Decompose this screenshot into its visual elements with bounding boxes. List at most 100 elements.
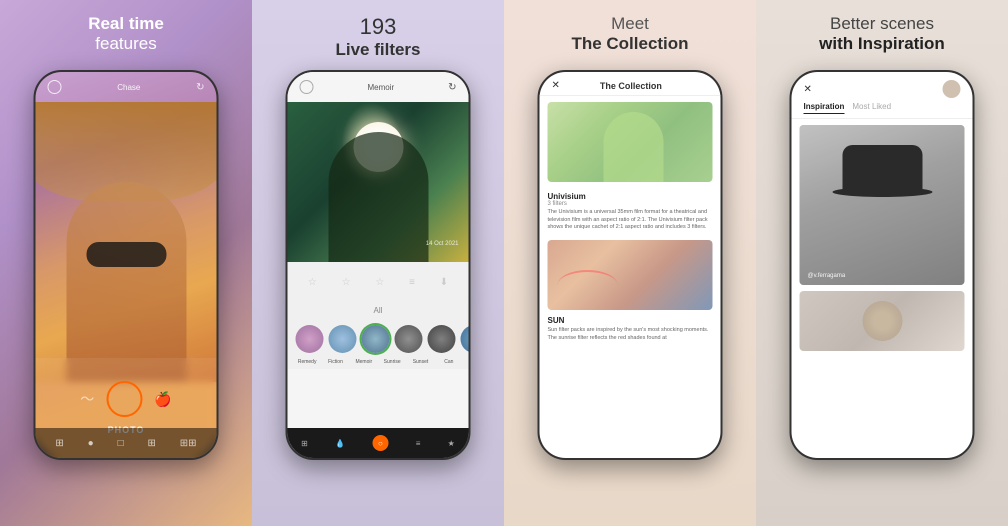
panel-realtime: Real time features Chase ↻ 〜 🍎 [0, 0, 252, 526]
collection-image-1 [548, 102, 713, 182]
filter-name-remedy: Remedy [296, 359, 319, 365]
collection-item1-text: Univisium 3 filters The Univisium is a u… [540, 188, 721, 236]
phone2-photo: 14 Oct 2021 [288, 102, 469, 262]
with-label: with [819, 34, 853, 53]
filter-bubbles-row [288, 319, 469, 359]
insp-label: Inspiration [858, 34, 945, 53]
panel-1-title-line2: features [0, 34, 252, 54]
filter-name-fiction: Fiction [324, 359, 347, 365]
collection-label: The Collection [504, 34, 756, 54]
shutter2-icon[interactable]: ○ [372, 435, 388, 451]
person-silhouette [66, 182, 186, 382]
filters-all-label: All [288, 302, 469, 319]
phone4-topbar: ✕ [792, 72, 973, 102]
layers-icon: ≡ [409, 277, 415, 288]
panel-livefilters: 193 Live filters Memoir ↻ 14 Oct 2021 ☆ … [252, 0, 504, 526]
filter-name-memoir: Memoir [352, 359, 375, 365]
bridge-icon [558, 270, 618, 300]
download-icon: ⬇ [440, 277, 448, 288]
refresh-2-icon: ↻ [448, 82, 456, 93]
phone1-bottom-toolbar: ⊞ ● □ ⊞ ⊞⊞ [36, 428, 217, 458]
wave-icon: 〜 [80, 389, 94, 409]
filter-name-sunrise: Sunrise [380, 359, 403, 365]
refresh-icon: ↻ [196, 82, 204, 93]
meet-label: Meet [504, 14, 756, 34]
phone-mockup-1: Chase ↻ 〜 🍎 PHOTO ⊞ ● □ [34, 70, 219, 460]
item1-name: Univisium [548, 192, 713, 201]
phone4-tabs: Inspiration Most Liked [792, 102, 973, 119]
phone2-label: Memoir [367, 83, 394, 92]
item1-desc: The Univisium is a universal 35mm film f… [548, 209, 713, 232]
star4-icon: ★ [448, 439, 455, 448]
star2-icon: ☆ [342, 277, 351, 288]
phone2-stars-row: ☆ ☆ ☆ ≡ ⬇ [288, 262, 469, 302]
phone-mockup-2: Memoir ↻ 14 Oct 2021 ☆ ☆ ☆ ≡ ⬇ All [286, 70, 471, 460]
panel-3-header: Meet The Collection [504, 14, 756, 54]
filter-memoir[interactable] [362, 325, 390, 353]
phone1-screen: Chase ↻ 〜 🍎 PHOTO ⊞ ● □ [36, 72, 217, 458]
phone2-bottom-bar: ⊞ 💧 ○ ≡ ★ [288, 428, 469, 458]
tab-mostliked[interactable]: Most Liked [852, 102, 891, 114]
dot-icon: ● [88, 438, 94, 449]
spacer: ✕ [702, 81, 709, 90]
phone4-screen: ✕ Inspiration Most Liked @v.ferragama [792, 72, 973, 458]
star1-icon: ☆ [308, 277, 317, 288]
mode-row: 〜 🍎 [80, 381, 171, 417]
grid3-icon: ⊞ [301, 439, 308, 448]
panel-2-header: 193 Live filters [252, 14, 504, 60]
item2-desc: Sun filter packs are inspired by the sun… [540, 325, 721, 344]
panel-inspiration: Better scenes with Inspiration ✕ Inspira… [756, 0, 1008, 526]
phone1-label: Chase [117, 83, 140, 92]
filter-fiction[interactable] [329, 325, 357, 353]
layers2-icon: ≡ [416, 439, 421, 448]
filter-sunrise[interactable] [395, 325, 423, 353]
shutter-circle[interactable] [106, 381, 142, 417]
panel-1-title-line1: Real time [0, 14, 252, 34]
phone1-photo [36, 102, 217, 382]
apple-icon: 🍎 [154, 391, 171, 408]
close-icon[interactable]: ✕ [552, 80, 560, 91]
phone2-screen: Memoir ↻ 14 Oct 2021 ☆ ☆ ☆ ≡ ⬇ All [288, 72, 469, 458]
collection-person-1 [603, 112, 663, 182]
bun-head [862, 301, 902, 341]
filter-name-sunset: Sunset [409, 359, 432, 365]
username-label: @v.ferragama [808, 273, 846, 279]
better-label: Better scenes [756, 14, 1008, 34]
apps-icon: ⊞⊞ [180, 438, 197, 449]
tab-inspiration[interactable]: Inspiration [804, 102, 845, 114]
sunglasses [86, 242, 166, 267]
filter-can[interactable] [461, 325, 469, 353]
avatar [943, 80, 961, 98]
phone3-topbar: ✕ The Collection ✕ [540, 72, 721, 96]
close2-icon[interactable]: ✕ [804, 84, 812, 95]
square-icon: □ [118, 438, 124, 449]
phone-mockup-4: ✕ Inspiration Most Liked @v.ferragama [790, 70, 975, 460]
filter-count: 193 [252, 14, 504, 40]
inspiration-photo-2 [800, 291, 965, 351]
filter-subtitle: Live filters [252, 40, 504, 60]
item2-name: SUN [540, 314, 721, 325]
panel-4-header: Better scenes with Inspiration [756, 14, 1008, 54]
hat-brim [832, 187, 932, 197]
filter-name-can: Can [437, 359, 460, 365]
phone1-topbar: Chase ↻ [36, 72, 217, 102]
inspiration-label: with Inspiration [756, 34, 1008, 54]
phone3-screen: ✕ The Collection ✕ Univisium 3 filters T… [540, 72, 721, 458]
item1-count: 3 filters [548, 201, 713, 207]
grid2-icon: ⊞ [147, 438, 155, 449]
phone-mockup-3: ✕ The Collection ✕ Univisium 3 filters T… [538, 70, 723, 460]
star3-icon: ☆ [375, 277, 384, 288]
photo-date: 14 Oct 2021 [426, 241, 459, 247]
grid-icon: ⊞ [55, 438, 63, 449]
filter-names-row: Remedy Fiction Memoir Sunrise Sunset Can [288, 359, 469, 369]
collection-image-2 [548, 240, 713, 310]
filter-sunset[interactable] [428, 325, 456, 353]
person2 [328, 132, 428, 262]
drop-icon: 💧 [335, 439, 345, 448]
phone2-topbar: Memoir ↻ [288, 72, 469, 102]
filter-remedy[interactable] [296, 325, 324, 353]
inspiration-photo-1: @v.ferragama [800, 125, 965, 285]
panel-collection: Meet The Collection ✕ The Collection ✕ U… [504, 0, 756, 526]
camera-circle-2-icon [300, 80, 314, 94]
phone3-title: The Collection [600, 81, 662, 91]
